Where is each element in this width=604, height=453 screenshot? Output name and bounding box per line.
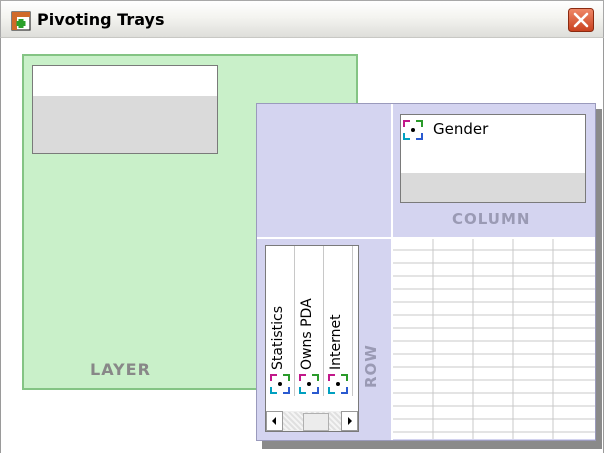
layer-label: LAYER [90, 360, 151, 379]
close-button[interactable] [568, 8, 594, 32]
column-item-label: Gender [433, 120, 489, 138]
column-item-gender[interactable]: Gender [401, 115, 585, 145]
row-label: ROW [362, 344, 380, 388]
pivoting-trays-window: Pivoting Trays LAYER Gender COLUMN Stati… [0, 0, 604, 453]
row-item-internet[interactable]: Internet [324, 246, 353, 396]
scroll-track[interactable] [283, 412, 341, 431]
layer-tray-empty-area [33, 96, 217, 153]
dimension-icon [299, 374, 319, 394]
column-tray-empty-area [401, 173, 585, 202]
window-title: Pivoting Trays [37, 10, 165, 29]
row-item-label: Statistics [270, 306, 286, 370]
row-item-label: Owns PDA [299, 298, 315, 370]
data-cell-grid [393, 239, 595, 439]
scroll-left-button[interactable] [266, 411, 283, 431]
scroll-right-button[interactable] [341, 411, 358, 431]
column-tray[interactable]: Gender [400, 114, 586, 203]
scroll-thumb[interactable] [303, 413, 329, 431]
pivot-table-icon [11, 11, 31, 31]
chevron-left-icon [272, 417, 276, 425]
row-tray[interactable]: Statistics Owns PDA Internet [265, 245, 359, 432]
row-item-owns-pda[interactable]: Owns PDA [295, 246, 324, 396]
layer-tray[interactable] [32, 65, 218, 154]
pivot-corner [257, 104, 391, 238]
dimension-icon [270, 374, 290, 394]
column-label: COLUMN [452, 210, 531, 228]
dimension-icon [328, 374, 348, 394]
row-tray-scrollbar[interactable] [266, 411, 358, 431]
chevron-right-icon [348, 417, 352, 425]
dimension-icon [403, 120, 423, 140]
row-item-label: Internet [328, 314, 344, 370]
row-item-statistics[interactable]: Statistics [266, 246, 295, 396]
title-bar[interactable]: Pivoting Trays [0, 0, 604, 38]
